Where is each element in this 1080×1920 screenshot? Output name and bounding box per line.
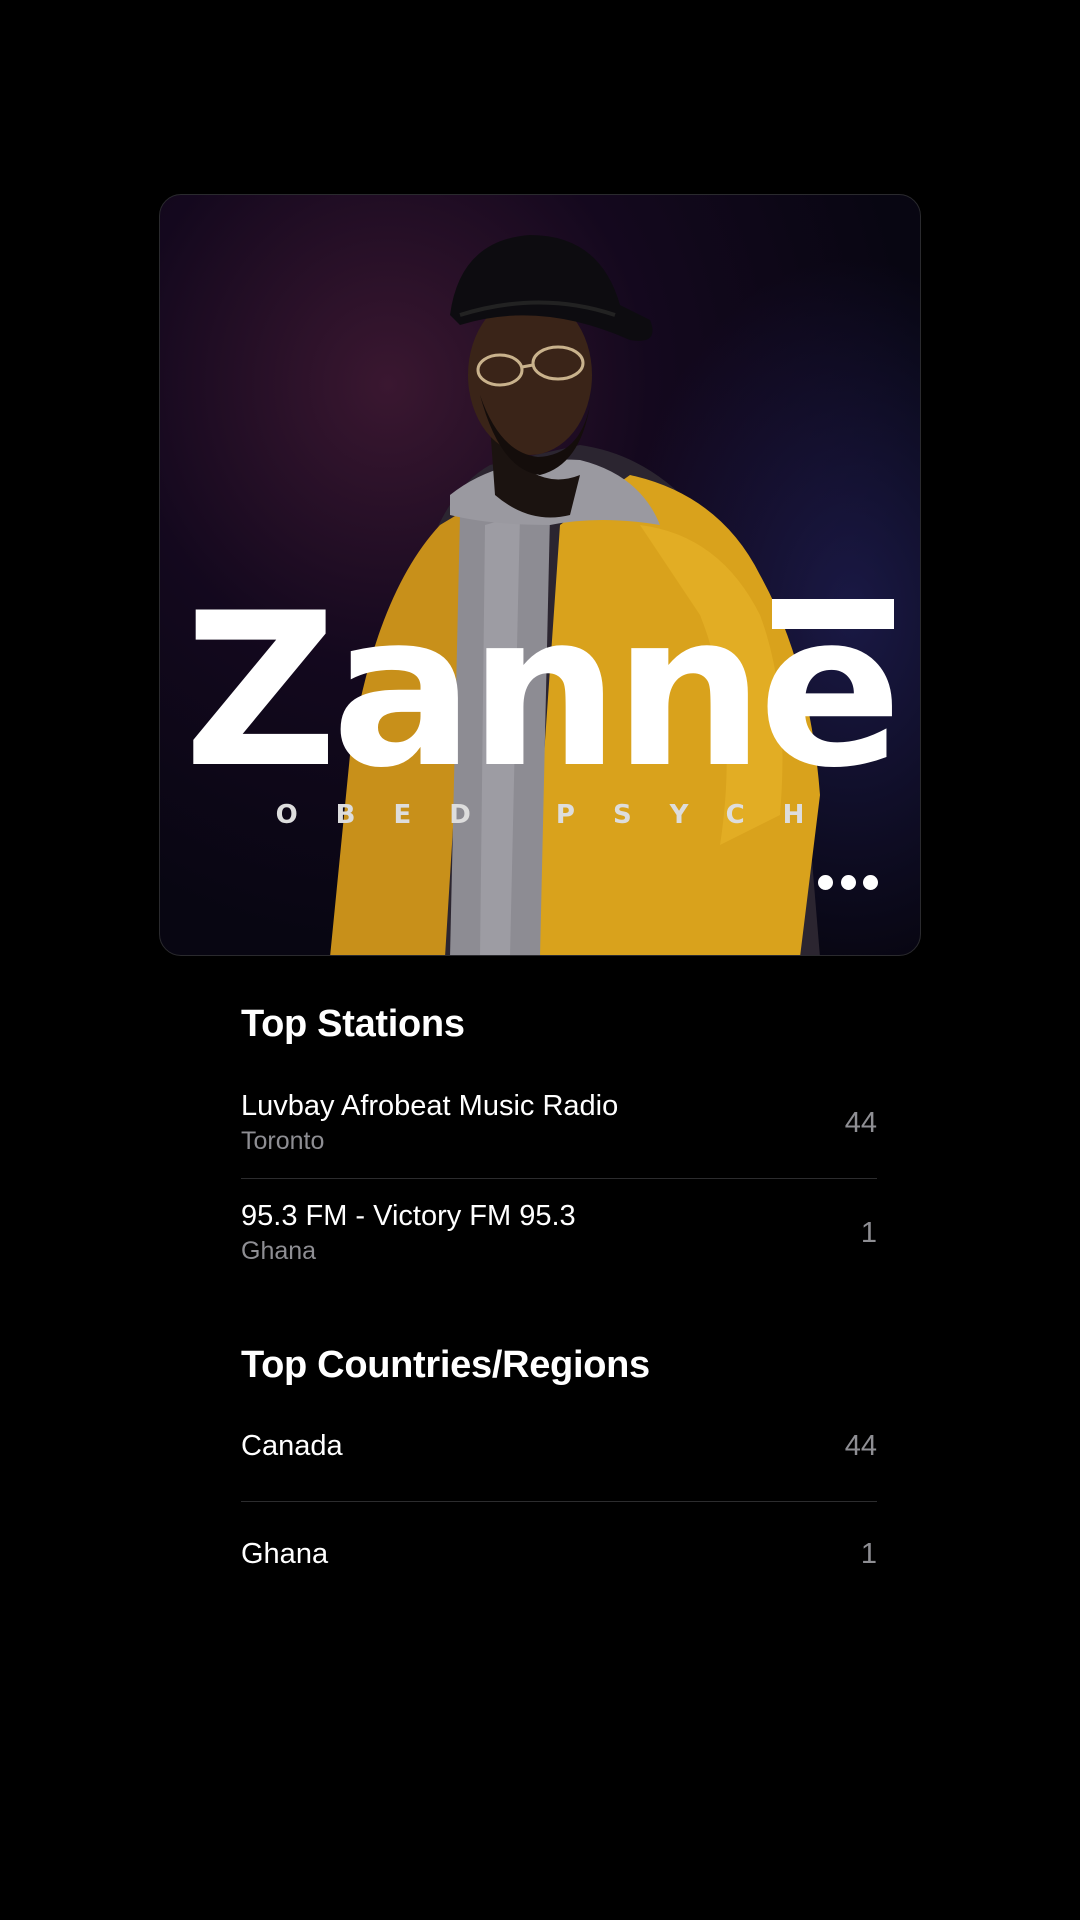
album-cover-title: Zanne	[183, 567, 902, 814]
station-location: Ghana	[241, 1237, 317, 1265]
top-countries-section: Top Countries/Regions	[241, 1344, 877, 1387]
ellipsis-dot	[840, 874, 856, 890]
station-count: 1	[860, 1216, 877, 1249]
divider-wrap	[241, 1501, 877, 1502]
station-row[interactable]: 95.3 FM - Victory FM 95.3 Ghana 1	[241, 1200, 877, 1266]
section-title-top-countries: Top Countries/Regions	[241, 1344, 650, 1386]
country-count: 1	[860, 1538, 877, 1570]
divider-wrap	[241, 1178, 877, 1179]
station-name: 95.3 FM - Victory FM 95.3	[241, 1200, 576, 1232]
ellipsis-icon[interactable]	[818, 867, 878, 897]
album-artwork[interactable]: Zanne OBED PSYCH	[159, 194, 921, 956]
country-row[interactable]: Ghana 1	[241, 1538, 877, 1571]
top-stations-section: Top Stations	[241, 1003, 877, 1046]
ellipsis-dot	[818, 874, 833, 890]
station-location: Toronto	[241, 1127, 325, 1155]
country-name: Canada	[241, 1430, 343, 1462]
divider	[241, 1178, 877, 1179]
station-count: 44	[844, 1106, 877, 1139]
section-title-top-stations: Top Stations	[241, 1003, 465, 1045]
country-count: 44	[844, 1430, 877, 1462]
ellipsis-dot	[863, 874, 878, 890]
country-row[interactable]: Canada 44	[241, 1430, 877, 1463]
station-row[interactable]: Luvbay Afrobeat Music Radio Toronto 44	[241, 1090, 877, 1156]
album-cover-artist: OBED PSYCH	[275, 800, 843, 830]
country-name: Ghana	[241, 1538, 329, 1570]
station-name: Luvbay Afrobeat Music Radio	[241, 1090, 619, 1122]
divider	[241, 1501, 877, 1502]
